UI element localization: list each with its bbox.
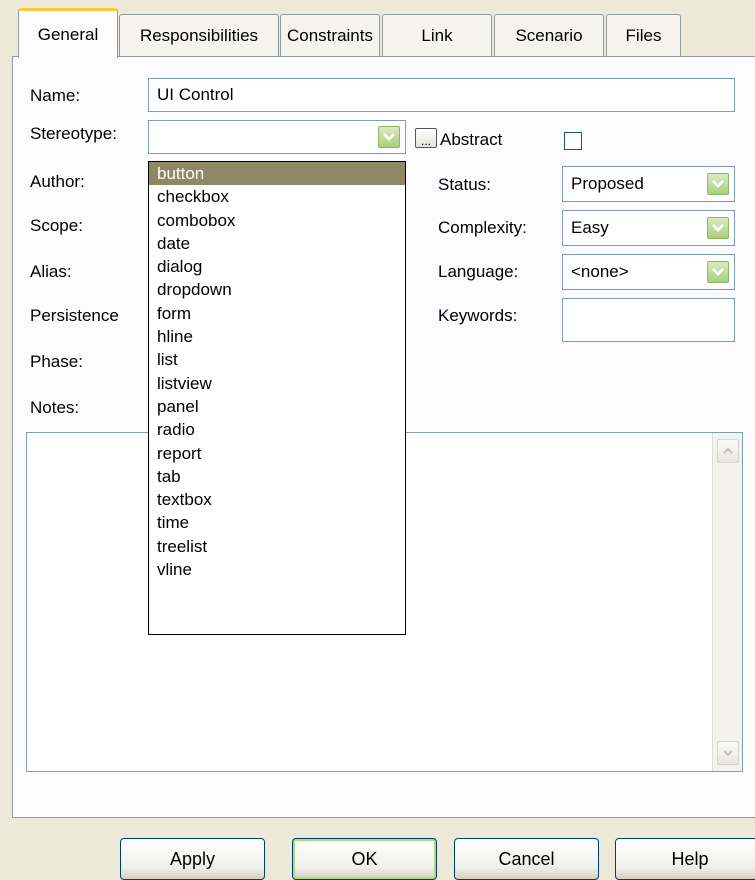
dropdown-option-date[interactable]: date (149, 232, 405, 255)
notes-label: Notes: (30, 398, 80, 417)
dropdown-option-dropdown[interactable]: dropdown (149, 278, 405, 301)
scope-label: Scope: (30, 216, 83, 235)
help-button[interactable]: Help (615, 838, 755, 880)
stereotype-ellipsis-button[interactable]: ... (415, 128, 437, 148)
name-field[interactable]: UI Control (148, 78, 735, 112)
chevron-down-icon[interactable] (707, 217, 729, 239)
dropdown-option-button[interactable]: button (149, 162, 405, 186)
stereotype-dropdown-list[interactable]: button checkbox combobox date dialog dropdown… (148, 161, 406, 635)
dropdown-option-tab[interactable]: tab (149, 465, 405, 488)
chevron-down-icon[interactable] (707, 261, 729, 283)
complexity-label: Complexity: (438, 218, 527, 237)
language-value: <none> (571, 262, 629, 281)
language-combo[interactable]: <none> (562, 254, 735, 290)
arrow-down-icon[interactable] (717, 741, 739, 765)
dropdown-option-treelist[interactable]: treelist (149, 535, 405, 558)
dropdown-option-textbox[interactable]: textbox (149, 488, 405, 511)
dropdown-option-radio[interactable]: radio (149, 418, 405, 441)
complexity-value: Easy (571, 218, 609, 237)
apply-button[interactable]: Apply (120, 838, 265, 880)
tab-link[interactable]: Link (382, 14, 492, 56)
notes-scrollbar[interactable] (712, 433, 742, 771)
complexity-combo[interactable]: Easy (562, 210, 735, 246)
dropdown-option-combobox[interactable]: combobox (149, 209, 405, 232)
tab-files[interactable]: Files (606, 14, 681, 56)
abstract-checkbox[interactable] (564, 132, 582, 150)
abstract-label: Abstract (440, 130, 503, 149)
ok-button[interactable]: OK (292, 838, 437, 880)
alias-label: Alias: (30, 262, 72, 281)
arrow-up-icon[interactable] (717, 439, 739, 463)
dropdown-option-hline[interactable]: hline (149, 325, 405, 348)
dropdown-option-dialog[interactable]: dialog (149, 255, 405, 278)
tab-scenario[interactable]: Scenario (494, 14, 604, 56)
dropdown-option-vline[interactable]: vline (149, 558, 405, 581)
language-label: Language: (438, 262, 519, 281)
dropdown-option-time[interactable]: time (149, 511, 405, 534)
dropdown-option-checkbox[interactable]: checkbox (149, 185, 405, 208)
status-combo[interactable]: Proposed (562, 166, 735, 202)
persistence-label: Persistence (30, 306, 119, 325)
keywords-field[interactable] (562, 298, 735, 342)
dropdown-option-form[interactable]: form (149, 302, 405, 325)
stereotype-label: Stereotype: (30, 124, 117, 143)
dropdown-option-panel[interactable]: panel (149, 395, 405, 418)
dropdown-option-listview[interactable]: listview (149, 372, 405, 395)
name-label: Name: (30, 86, 81, 105)
chevron-down-icon[interactable] (707, 173, 729, 195)
keywords-label: Keywords: (438, 306, 518, 325)
stereotype-combo[interactable] (148, 120, 406, 154)
dropdown-option-report[interactable]: report (149, 442, 405, 465)
chevron-down-icon[interactable] (378, 126, 400, 148)
tab-responsibilities[interactable]: Responsibilities (119, 14, 279, 56)
status-value: Proposed (571, 174, 644, 193)
tab-general[interactable]: General (18, 8, 118, 58)
tab-constraints[interactable]: Constraints (280, 14, 380, 56)
dropdown-option-list[interactable]: list (149, 348, 405, 371)
status-label: Status: (438, 175, 491, 194)
cancel-button[interactable]: Cancel (454, 838, 599, 880)
phase-label: Phase: (30, 352, 83, 371)
author-label: Author: (30, 172, 85, 191)
